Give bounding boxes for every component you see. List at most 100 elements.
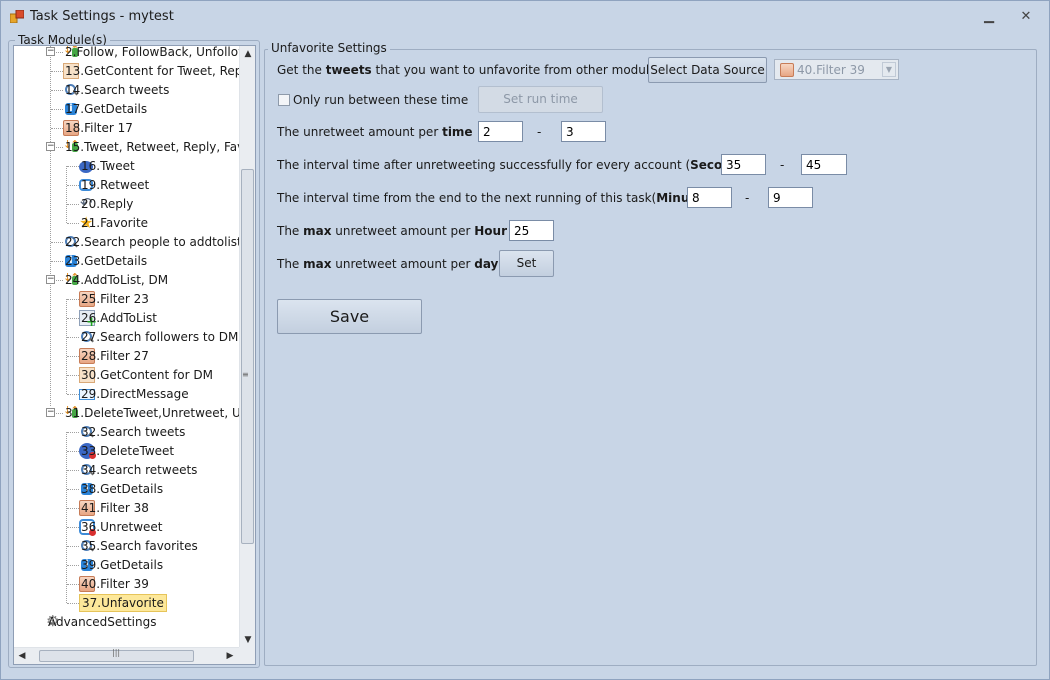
collapse-icon[interactable]: − xyxy=(46,47,55,56)
tree-connector-line xyxy=(51,89,63,91)
tree-item-label: 38.GetDetails xyxy=(81,481,164,496)
max-hour-label: The max unretweet amount per Hour xyxy=(277,224,507,238)
tree-connector-line xyxy=(66,431,67,603)
filter-icon xyxy=(780,63,794,77)
minimize-button[interactable]: ▁ xyxy=(979,9,999,25)
range-dash: - xyxy=(745,191,750,205)
tree-item[interactable]: 32.Search tweets xyxy=(79,422,185,441)
tree-connector-line xyxy=(67,184,79,186)
tree-connector-line xyxy=(67,507,79,509)
scroll-left-icon[interactable]: ◀ xyxy=(14,648,30,664)
tree-item-label: 17.GetDetails xyxy=(65,101,148,116)
tree-connector-line xyxy=(67,336,79,338)
tree-item[interactable]: 40.Filter 39 xyxy=(79,574,149,593)
unfavorite-settings-panel: Unfavorite Settings Get the tweets that … xyxy=(264,41,1037,666)
tree-item-label: 25.Filter 23 xyxy=(81,291,149,306)
data-source-label: Get the tweets that you want to unfavori… xyxy=(277,63,663,77)
set-max-day-button[interactable]: Set xyxy=(499,250,554,277)
select-data-source-button[interactable]: Select Data Source xyxy=(648,57,767,83)
tree-item[interactable]: 26.AddToList xyxy=(79,308,157,330)
collapse-icon[interactable]: − xyxy=(46,142,55,151)
scroll-right-icon[interactable]: ▶ xyxy=(222,648,238,664)
tree-item[interactable]: 14.Search tweets xyxy=(63,80,169,99)
tree-item[interactable]: i 23.GetDetails xyxy=(63,251,147,270)
scroll-down-icon[interactable]: ▼ xyxy=(240,632,255,648)
unretweet-amount-min-input[interactable] xyxy=(478,121,523,142)
scroll-corner xyxy=(239,647,255,664)
tree-item[interactable]: 18.Filter 17 xyxy=(63,118,133,137)
save-button[interactable]: Save xyxy=(277,299,422,334)
tree-item[interactable]: 15.Tweet, Retweet, Reply, Favorite xyxy=(63,137,240,156)
tree-item-label: 39.GetDetails xyxy=(81,557,164,572)
tree-item[interactable]: 36.Unretweet xyxy=(79,517,163,536)
run-time-label: Only run between these time xyxy=(293,93,469,107)
tree-item[interactable]: 34.Search retweets xyxy=(79,460,197,479)
tree-connector-line xyxy=(51,241,63,243)
tree-item[interactable]: i 17.GetDetails xyxy=(63,99,147,118)
tree-connector-line xyxy=(67,583,79,585)
tree-connector-line xyxy=(67,450,79,452)
collapse-icon[interactable]: − xyxy=(46,408,55,417)
tree-item[interactable]: i 38.GetDetails xyxy=(79,479,163,498)
tree-item[interactable]: 22.Search people to addtolist xyxy=(63,232,240,251)
collapse-icon[interactable]: − xyxy=(46,275,55,284)
tree-connector-line xyxy=(50,46,51,406)
scroll-up-icon[interactable]: ▲ xyxy=(240,46,255,62)
tree-item[interactable]: 19.Retweet xyxy=(79,175,149,194)
title-bar: Task Settings - mytest ▁ ✕ xyxy=(0,0,1050,32)
tree-item[interactable]: 25.Filter 23 xyxy=(79,289,149,308)
tree-item-label: 28.Filter 27 xyxy=(81,348,149,363)
tree-item-label: 20.Reply xyxy=(81,196,134,211)
tree-connector-line xyxy=(51,108,63,110)
max-hour-input[interactable] xyxy=(509,220,554,241)
interval-success-max-input[interactable] xyxy=(801,154,847,175)
tree-item[interactable]: 31.DeleteTweet,Unretweet, Unfavorite xyxy=(63,403,240,422)
tree-item[interactable]: 24.AddToList, DM xyxy=(63,270,168,289)
run-time-checkbox[interactable] xyxy=(278,94,290,106)
tree-item-label: 14.Search tweets xyxy=(65,82,170,97)
tree-item[interactable]: AdvancedSettings xyxy=(46,612,157,631)
window-title: Task Settings - mytest xyxy=(30,9,174,24)
tree-item-label: 35.Search favorites xyxy=(81,538,198,553)
tree-item[interactable]: 28.Filter 27 xyxy=(79,346,149,365)
tree-item-label: 26.AddToList xyxy=(81,310,157,325)
tree-item[interactable]: 41.Filter 38 xyxy=(79,498,149,517)
tree-item-label: 36.Unretweet xyxy=(81,519,163,534)
tree-item[interactable]: 21.Favorite xyxy=(79,213,148,232)
tree-item[interactable]: i 39.GetDetails xyxy=(79,555,163,574)
tree-item[interactable]: 27.Search followers to DM xyxy=(79,327,238,346)
tree-item[interactable]: 33.DeleteTweet xyxy=(79,441,174,460)
set-run-time-button[interactable]: Set run time xyxy=(478,86,603,113)
interval-success-min-input[interactable] xyxy=(721,154,766,175)
tree-item[interactable]: 2.Follow, FollowBack, Unfollow xyxy=(63,46,240,61)
tree-item[interactable]: 13.GetContent for Tweet, Reply xyxy=(63,61,240,80)
tree-item[interactable]: 16.Tweet xyxy=(79,156,135,175)
tree-connector-line xyxy=(67,488,79,490)
tree-vertical-scrollbar[interactable]: ▲ ≡ ▼ xyxy=(239,46,255,648)
tree-item-label: AdvancedSettings xyxy=(48,614,157,629)
tree-item[interactable]: 20.Reply xyxy=(79,194,133,213)
close-button[interactable]: ✕ xyxy=(1016,9,1036,25)
tree-connector-line xyxy=(67,602,79,604)
unretweet-amount-max-input[interactable] xyxy=(561,121,606,142)
tree-item-label: 19.Retweet xyxy=(81,177,150,192)
interval-next-max-input[interactable] xyxy=(768,187,813,208)
chevron-down-icon[interactable]: ▼ xyxy=(882,62,896,77)
tree-item-label: 41.Filter 38 xyxy=(81,500,149,515)
tree-connector-line xyxy=(51,70,63,72)
tree-item[interactable]: 37.Unfavorite xyxy=(79,593,167,612)
tree-connector-line xyxy=(51,260,63,262)
data-source-combo[interactable]: 40.Filter 39 ▼ xyxy=(774,59,899,80)
range-dash: - xyxy=(780,158,785,172)
tree-item[interactable]: 30.GetContent for DM xyxy=(79,365,213,384)
vertical-scroll-thumb[interactable] xyxy=(241,169,254,544)
range-dash: - xyxy=(537,125,542,139)
tree-item[interactable]: 35.Search favorites xyxy=(79,536,198,555)
tree-item-label: 21.Favorite xyxy=(81,215,149,230)
tree-item[interactable]: 29.DirectMessage xyxy=(79,384,189,403)
tree-connector-line xyxy=(67,165,79,167)
task-module-tree[interactable]: − 2.Follow, FollowBack, Unfollow 13.GetCon… xyxy=(13,45,256,665)
interval-next-min-input[interactable] xyxy=(687,187,732,208)
tree-horizontal-scrollbar[interactable]: ◀ ||| ▶ xyxy=(14,647,240,664)
tree-connector-line xyxy=(67,526,79,528)
